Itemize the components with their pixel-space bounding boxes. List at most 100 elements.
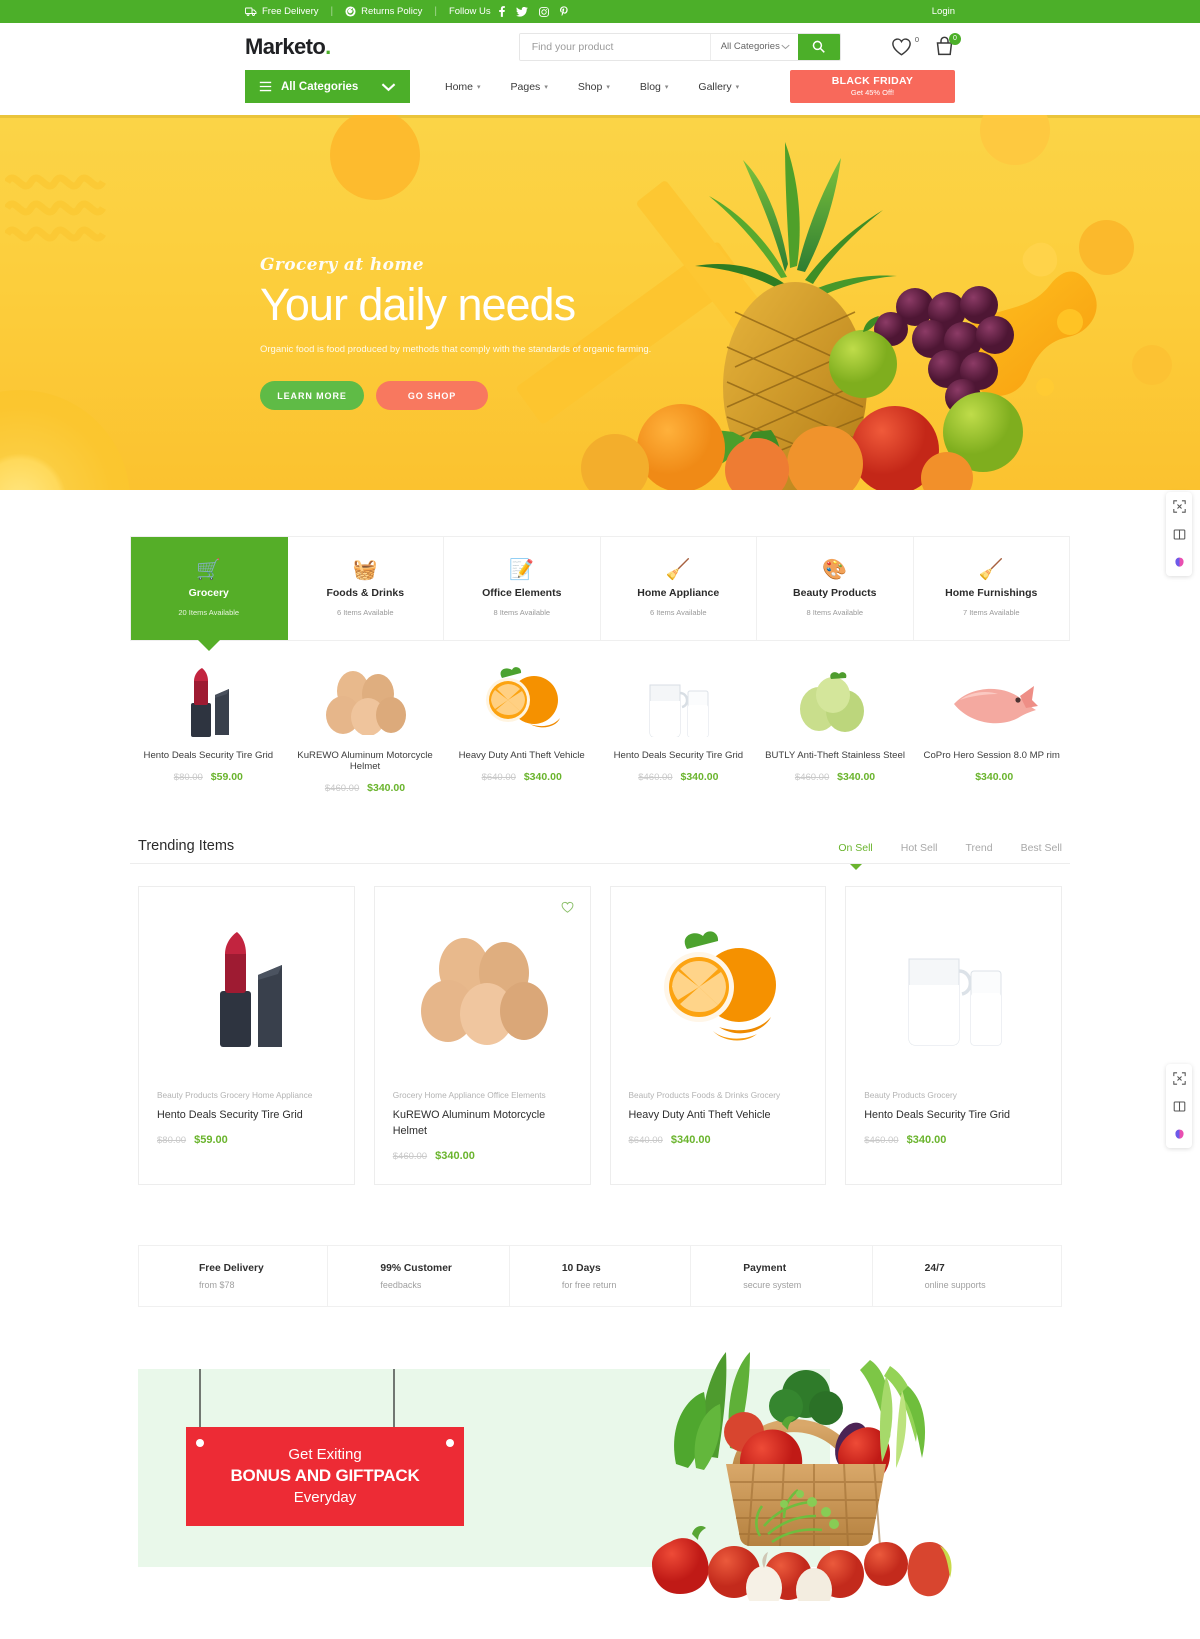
cart-count: 0 bbox=[949, 33, 961, 45]
product-card[interactable]: Beauty Products Grocery Home Appliance H… bbox=[138, 886, 355, 1186]
product-card-name: KuREWO Aluminum Motorcycle Helmet bbox=[392, 1108, 546, 1138]
search-input[interactable] bbox=[519, 33, 710, 60]
broom-brush-icon: 🧹 bbox=[665, 559, 691, 581]
product-card[interactable]: Beauty Products Grocery Hento Deals Secu… bbox=[845, 886, 1062, 1186]
instagram-icon[interactable] bbox=[538, 6, 549, 17]
product-new-price: $340.00 bbox=[367, 782, 406, 794]
grocery-bag-icon: 🛒 bbox=[196, 559, 222, 581]
brain-icon[interactable] bbox=[1169, 1124, 1189, 1144]
free-delivery-label: Free Delivery bbox=[262, 6, 319, 17]
product-card-price: $460.00 $340.00 bbox=[393, 1150, 572, 1162]
product-title: BUTLY Anti-Theft Stainless Steel bbox=[765, 750, 905, 761]
product-item[interactable]: CoPro Hero Session 8.0 MP rim $340.00 bbox=[913, 663, 1070, 794]
search-bar: All Categories bbox=[518, 32, 841, 61]
trending-tab-trend[interactable]: Trend bbox=[966, 842, 993, 854]
product-new-price: $340.00 bbox=[680, 771, 719, 783]
brain-icon[interactable] bbox=[1169, 552, 1189, 572]
learn-more-button[interactable]: LEARN MORE bbox=[260, 381, 364, 411]
product-card[interactable]: Grocery Home Appliance Office Elements K… bbox=[373, 886, 591, 1186]
hero-copy: Grocery at home Your daily needs Organic… bbox=[260, 255, 651, 411]
search-submit-button[interactable] bbox=[797, 33, 840, 60]
product-item[interactable]: Hento Deals Security Tire Grid $460.00 $… bbox=[600, 663, 757, 794]
twitter-icon[interactable] bbox=[515, 6, 528, 17]
trending-tab-on-sell[interactable]: On Sell bbox=[838, 842, 872, 854]
category-tab-office-elements[interactable]: 📝 Office Elements 8 Items Available bbox=[444, 537, 601, 640]
category-tab-beauty-products[interactable]: 🎨 Beauty Products 8 Items Available bbox=[757, 537, 914, 640]
facebook-icon[interactable] bbox=[498, 6, 505, 17]
trending-tab-best-sell[interactable]: Best Sell bbox=[1021, 842, 1062, 854]
trending-section: Trending Items On Sell Hot Sell Trend Be… bbox=[130, 838, 1070, 1602]
product-item[interactable]: Hento Deals Security Tire Grid $80.00 $5… bbox=[130, 663, 287, 794]
black-friday-promo-button[interactable]: BLACK FRIDAY Get 45% Off! bbox=[790, 70, 955, 103]
product-old-price: $80.00 bbox=[157, 1135, 187, 1147]
feature-title: Payment bbox=[743, 1262, 787, 1274]
topbar-divider-1: | bbox=[330, 6, 334, 17]
product-card-name: Hento Deals Security Tire Grid bbox=[864, 1108, 1011, 1121]
feature-subtitle: online supports bbox=[924, 1279, 986, 1290]
feature-online-support: 24/7 online supports bbox=[873, 1246, 1053, 1306]
book-icon[interactable] bbox=[1169, 524, 1189, 544]
wishlist-heart-icon[interactable] bbox=[561, 901, 574, 916]
pinterest-icon[interactable] bbox=[559, 6, 568, 17]
free-delivery-link[interactable]: Free Delivery bbox=[245, 6, 319, 17]
product-card[interactable]: Beauty Products Foods & Drinks Grocery H… bbox=[609, 886, 827, 1186]
nav-item-blog[interactable]: Blog ▾ bbox=[640, 81, 669, 93]
nav-item-home[interactable]: Home ▾ bbox=[445, 81, 481, 93]
hero-banner: Grocery at home Your daily needs Organic… bbox=[0, 115, 1200, 490]
nav-item-pages[interactable]: Pages ▾ bbox=[511, 81, 548, 93]
promo-line-3: Everyday bbox=[293, 1489, 357, 1507]
returns-policy-link[interactable]: Returns Policy bbox=[345, 6, 422, 17]
milk-jug-image bbox=[606, 663, 751, 741]
product-card-categories: Grocery Home Appliance Office Elements bbox=[392, 1090, 546, 1100]
product-card-categories: Beauty Products Foods & Drinks Grocery bbox=[628, 1090, 781, 1100]
product-old-price: $460.00 bbox=[638, 772, 673, 783]
nav-item-label: Home bbox=[445, 80, 474, 93]
category-tab-home-furnishings[interactable]: 🧹 Home Furnishings 7 Items Available bbox=[914, 537, 1070, 640]
category-count: 20 Items Available bbox=[178, 608, 240, 617]
product-item[interactable]: BUTLY Anti-Theft Stainless Steel $460.00… bbox=[757, 663, 914, 794]
social-links bbox=[498, 6, 568, 17]
resize-icon[interactable] bbox=[1169, 1068, 1189, 1088]
product-title: KuREWO Aluminum Motorcycle Helmet bbox=[297, 750, 433, 772]
login-link[interactable]: Login bbox=[932, 6, 955, 17]
product-price: $80.00 $59.00 bbox=[136, 771, 281, 783]
nav-item-label: Pages bbox=[510, 80, 541, 93]
feature-secure-payment: Payment secure system bbox=[691, 1246, 873, 1307]
site-logo[interactable]: Marketo. bbox=[245, 34, 331, 60]
product-old-price: $460.00 bbox=[324, 783, 360, 794]
promo-banner[interactable]: Get Exiting BONUS AND GIFTPACK Everyday bbox=[138, 1352, 1062, 1602]
product-item[interactable]: Heavy Duty Anti Theft Vehicle $640.00 $3… bbox=[443, 663, 600, 794]
nav-item-gallery[interactable]: Gallery ▾ bbox=[698, 81, 739, 93]
all-categories-button[interactable]: All Categories bbox=[245, 70, 410, 103]
nav-item-label: Gallery bbox=[698, 80, 732, 93]
resize-icon[interactable] bbox=[1169, 496, 1189, 516]
chevron-down-icon bbox=[781, 44, 790, 50]
trending-tab-hot-sell[interactable]: Hot Sell bbox=[901, 842, 938, 854]
product-item[interactable]: KuREWO Aluminum Motorcycle Helmet $460.0… bbox=[287, 663, 444, 794]
product-card-name: Heavy Duty Anti Theft Vehicle bbox=[628, 1108, 771, 1121]
go-shop-button[interactable]: GO SHOP bbox=[376, 381, 488, 411]
nav-item-shop[interactable]: Shop ▾ bbox=[578, 81, 610, 93]
category-tab-home-appliance[interactable]: 🧹 Home Appliance 6 Items Available bbox=[601, 537, 757, 640]
orange-slice-decoration bbox=[0, 390, 130, 490]
feature-subtitle: for free return bbox=[561, 1279, 617, 1290]
cart-button[interactable]: 0 bbox=[934, 33, 961, 57]
category-tab-foods-drinks[interactable]: 🧺 Foods & Drinks 6 Items Available bbox=[288, 537, 444, 640]
category-name: Home Appliance bbox=[637, 587, 720, 599]
product-title: Hento Deals Security Tire Grid bbox=[613, 750, 744, 761]
chevron-down-icon bbox=[381, 82, 396, 92]
hero-eyebrow: Grocery at home bbox=[260, 255, 425, 275]
promo-title: BLACK FRIDAY bbox=[831, 75, 914, 88]
wishlist-button[interactable]: 0 bbox=[891, 35, 919, 56]
feature-subtitle: feedbacks bbox=[380, 1279, 422, 1290]
category-count: 8 Items Available bbox=[806, 608, 864, 617]
active-tab-pointer bbox=[197, 640, 220, 651]
search-category-select[interactable]: All Categories bbox=[709, 33, 798, 60]
category-count: 7 Items Available bbox=[962, 608, 1020, 617]
product-old-price: $460.00 bbox=[794, 772, 830, 783]
floating-widget-top[interactable] bbox=[1166, 492, 1192, 576]
floating-widget-bottom[interactable] bbox=[1166, 1064, 1192, 1148]
book-icon[interactable] bbox=[1169, 1096, 1189, 1116]
promo-line-1: Get Exiting bbox=[288, 1446, 362, 1464]
category-tab-grocery[interactable]: 🛒 Grocery 20 Items Available bbox=[131, 537, 288, 651]
